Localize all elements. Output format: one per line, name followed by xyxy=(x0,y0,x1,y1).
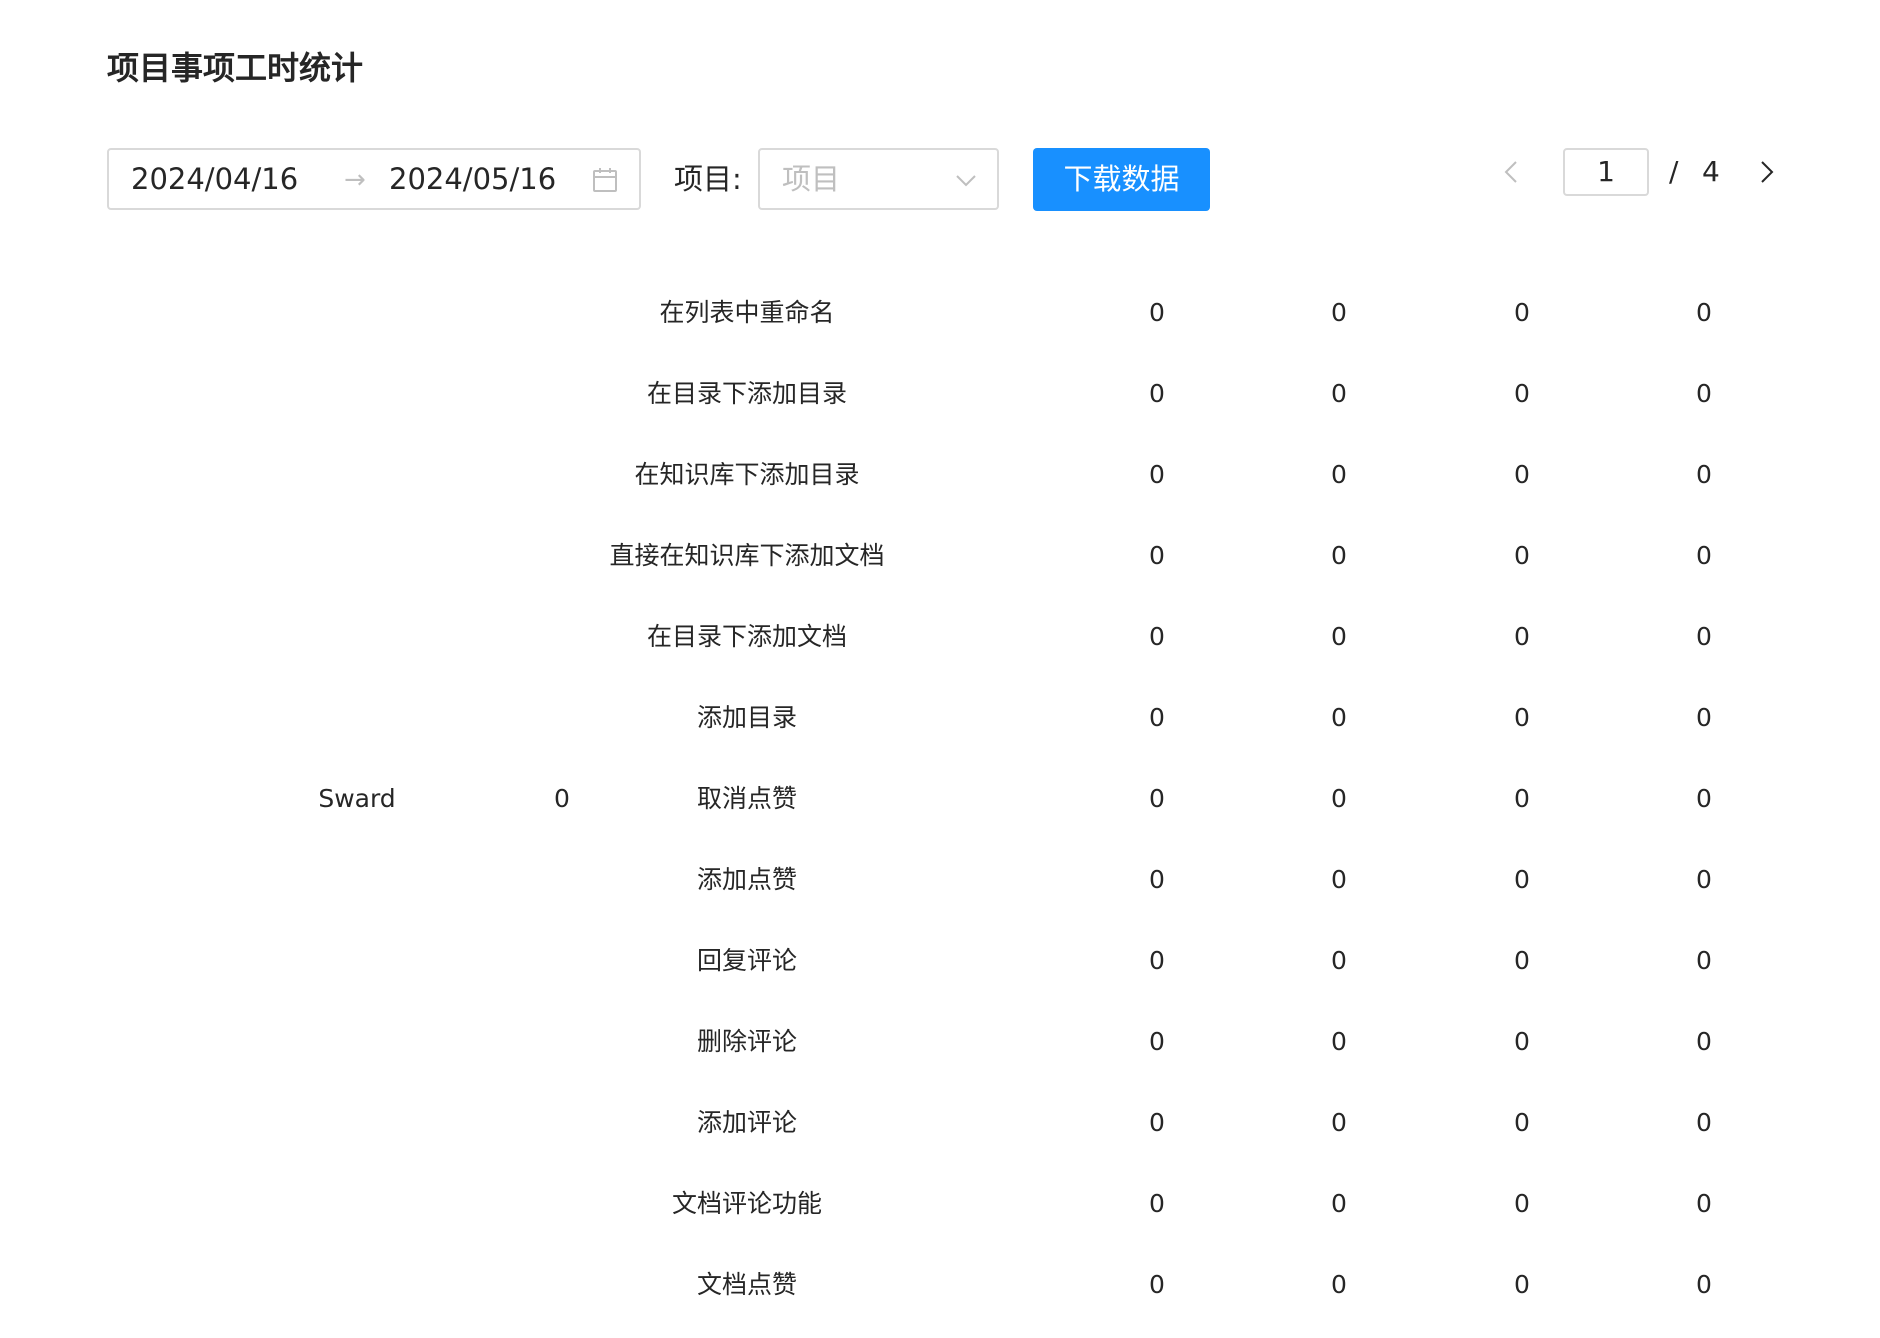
value-cell-3: 0 xyxy=(1514,298,1530,327)
item-name-cell: 直接在知识库下添加文档 xyxy=(609,541,885,570)
value-cell-1: 0 xyxy=(1149,946,1165,975)
value-cell-3: 0 xyxy=(1514,784,1530,813)
table-row: 在目录下添加文档 0 0 0 0 xyxy=(107,596,1807,677)
value-cell-3: 0 xyxy=(1514,541,1530,570)
value-cell-3: 0 xyxy=(1514,1027,1530,1056)
value-cell-1: 0 xyxy=(1149,1027,1165,1056)
value-cell-2: 0 xyxy=(1331,784,1347,813)
value-cell-4: 0 xyxy=(1696,460,1712,489)
value-cell-1: 0 xyxy=(1149,622,1165,651)
value-cell-3: 0 xyxy=(1514,379,1530,408)
value-cell-1: 0 xyxy=(1149,865,1165,894)
item-name-cell: 回复评论 xyxy=(696,946,797,975)
value-cell-1: 0 xyxy=(1149,1270,1165,1299)
page-root: 项目事项工时统计 2024/04/16 → 2024/05/16 项目: 项目 … xyxy=(0,0,1880,1338)
value-cell-4: 0 xyxy=(1696,946,1712,975)
value-cell-2: 0 xyxy=(1331,460,1347,489)
value-cell-4: 0 xyxy=(1696,1108,1712,1137)
value-cell-3: 0 xyxy=(1514,460,1530,489)
value-cell-1: 0 xyxy=(1149,1189,1165,1218)
item-name-cell: 文档点赞 xyxy=(696,1270,797,1299)
end-date-input[interactable]: 2024/05/16 xyxy=(389,150,556,208)
item-name-cell: 添加评论 xyxy=(696,1108,797,1137)
value-cell-4: 0 xyxy=(1696,379,1712,408)
stats-table: Sward 0 在列表中重命名 0 0 0 0 在目录下添加目录 0 0 0 0 在知识库下添加目录… xyxy=(107,272,1807,1325)
item-name-cell: 在知识库下添加目录 xyxy=(634,460,860,489)
page-total: 4 xyxy=(1702,155,1720,188)
project-filter-label: 项目: xyxy=(674,162,742,196)
table-row: 直接在知识库下添加文档 0 0 0 0 xyxy=(107,515,1807,596)
value-cell-3: 0 xyxy=(1514,703,1530,732)
calendar-icon[interactable] xyxy=(592,167,618,193)
value-cell-3: 0 xyxy=(1514,622,1530,651)
date-range-picker[interactable]: 2024/04/16 → 2024/05/16 xyxy=(107,148,641,210)
item-name-cell: 在目录下添加文档 xyxy=(646,622,847,651)
item-name-cell: 取消点赞 xyxy=(696,784,797,813)
item-name-cell: 文档评论功能 xyxy=(671,1189,822,1218)
prev-page-icon[interactable] xyxy=(1500,158,1524,186)
download-data-button[interactable]: 下载数据 xyxy=(1033,148,1210,211)
value-cell-2: 0 xyxy=(1331,946,1347,975)
table-row: 回复评论 0 0 0 0 xyxy=(107,920,1807,1001)
table-row: 文档评论功能 0 0 0 0 xyxy=(107,1163,1807,1244)
value-cell-2: 0 xyxy=(1331,541,1347,570)
range-arrow-icon: → xyxy=(344,165,366,195)
value-cell-2: 0 xyxy=(1331,1189,1347,1218)
pagination: 1 / 4 xyxy=(1500,148,1800,196)
value-cell-1: 0 xyxy=(1149,1108,1165,1137)
value-cell-2: 0 xyxy=(1331,865,1347,894)
value-cell-4: 0 xyxy=(1696,703,1712,732)
table-row: 在知识库下添加目录 0 0 0 0 xyxy=(107,434,1807,515)
table-row: 添加点赞 0 0 0 0 xyxy=(107,839,1807,920)
item-name-cell: 在目录下添加目录 xyxy=(646,379,847,408)
value-cell-2: 0 xyxy=(1331,379,1347,408)
table-row: 在列表中重命名 0 0 0 0 xyxy=(107,272,1807,353)
table-row: 在目录下添加目录 0 0 0 0 xyxy=(107,353,1807,434)
value-cell-4: 0 xyxy=(1696,1189,1712,1218)
value-cell-4: 0 xyxy=(1696,784,1712,813)
table-row: 文档点赞 0 0 0 0 xyxy=(107,1244,1807,1325)
value-cell-4: 0 xyxy=(1696,541,1712,570)
value-cell-2: 0 xyxy=(1331,298,1347,327)
value-cell-1: 0 xyxy=(1149,541,1165,570)
item-name-cell: 添加点赞 xyxy=(696,865,797,894)
item-name-cell: 删除评论 xyxy=(696,1027,797,1056)
project-select-placeholder: 项目 xyxy=(782,162,841,196)
item-name-cell: 在列表中重命名 xyxy=(659,298,835,327)
page-separator: / xyxy=(1669,155,1679,188)
value-cell-3: 0 xyxy=(1514,1108,1530,1137)
chevron-down-icon xyxy=(956,175,976,187)
value-cell-2: 0 xyxy=(1331,622,1347,651)
value-cell-4: 0 xyxy=(1696,1270,1712,1299)
value-cell-4: 0 xyxy=(1696,622,1712,651)
value-cell-3: 0 xyxy=(1514,1189,1530,1218)
page-number-input[interactable]: 1 xyxy=(1563,148,1649,196)
value-cell-1: 0 xyxy=(1149,784,1165,813)
value-cell-1: 0 xyxy=(1149,703,1165,732)
value-cell-3: 0 xyxy=(1514,946,1530,975)
next-page-icon[interactable] xyxy=(1754,158,1778,186)
table-row: 添加评论 0 0 0 0 xyxy=(107,1082,1807,1163)
project-select[interactable]: 项目 xyxy=(758,148,999,210)
item-name-cell: 添加目录 xyxy=(696,703,797,732)
page-title: 项目事项工时统计 xyxy=(107,49,364,87)
value-cell-4: 0 xyxy=(1696,298,1712,327)
value-cell-1: 0 xyxy=(1149,379,1165,408)
table-row: 删除评论 0 0 0 0 xyxy=(107,1001,1807,1082)
table-row: 取消点赞 0 0 0 0 xyxy=(107,758,1807,839)
value-cell-2: 0 xyxy=(1331,703,1347,732)
value-cell-2: 0 xyxy=(1331,1027,1347,1056)
table-row: 添加目录 0 0 0 0 xyxy=(107,677,1807,758)
value-cell-1: 0 xyxy=(1149,298,1165,327)
value-cell-3: 0 xyxy=(1514,865,1530,894)
value-cell-4: 0 xyxy=(1696,1027,1712,1056)
value-cell-2: 0 xyxy=(1331,1270,1347,1299)
value-cell-3: 0 xyxy=(1514,1270,1530,1299)
start-date-input[interactable]: 2024/04/16 xyxy=(131,150,298,208)
value-cell-2: 0 xyxy=(1331,1108,1347,1137)
value-cell-1: 0 xyxy=(1149,460,1165,489)
value-cell-4: 0 xyxy=(1696,865,1712,894)
